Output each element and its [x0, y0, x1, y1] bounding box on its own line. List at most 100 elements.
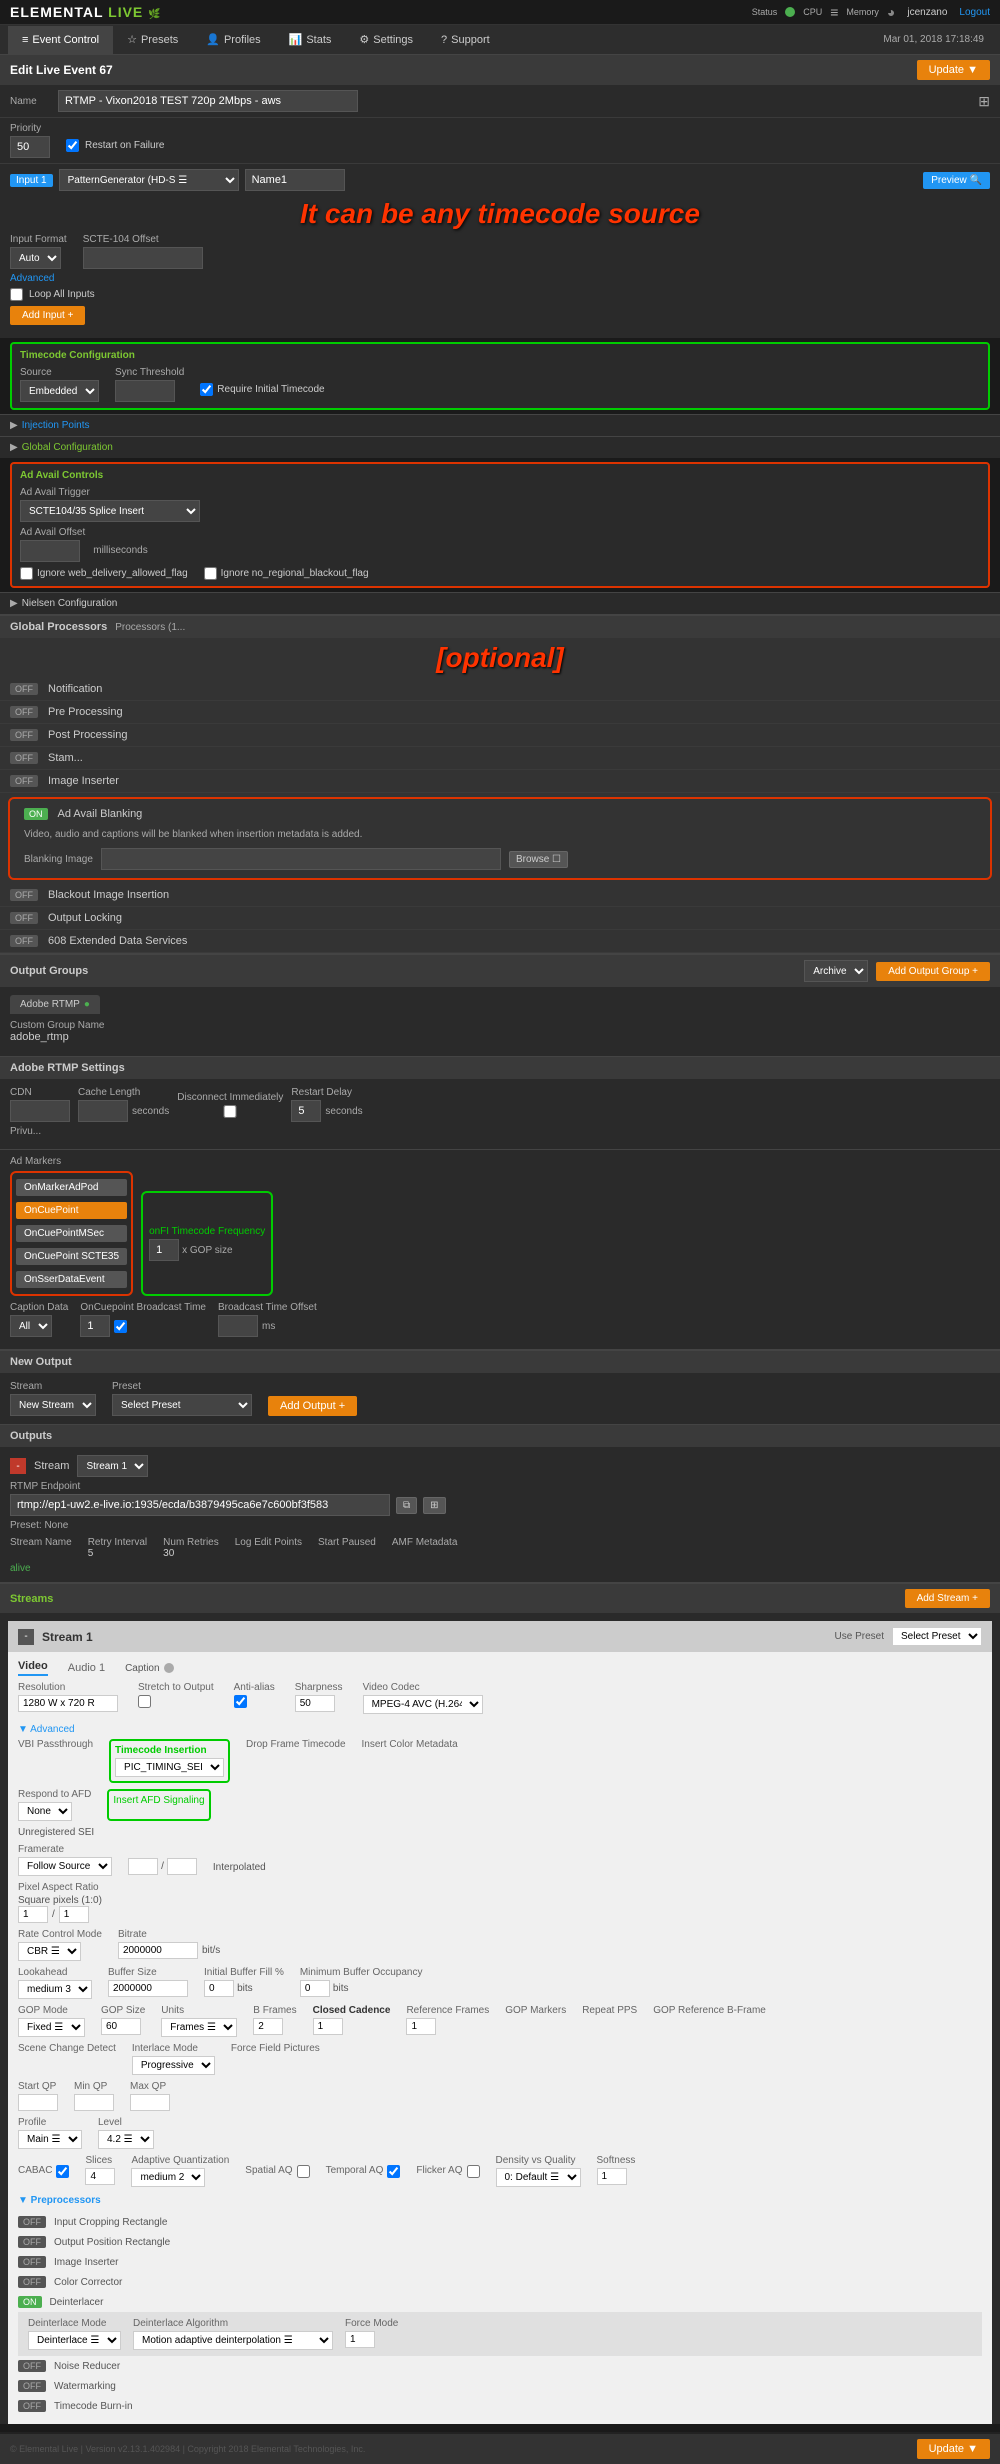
min-qp-input[interactable] [74, 2094, 114, 2111]
advanced-link[interactable]: Advanced [10, 273, 54, 284]
nav-event-control[interactable]: ≡ Event Control [8, 26, 113, 54]
footer-update-button[interactable]: Update ▼ [917, 2439, 990, 2459]
rate-control-select[interactable]: CBR ☰ [18, 1942, 81, 1961]
priority-input[interactable] [10, 136, 50, 158]
anti-alias-checkbox[interactable] [234, 1695, 247, 1708]
adobe-rtmp-tab[interactable]: Adobe RTMP ● [10, 995, 100, 1014]
video-tab[interactable]: Video [18, 1660, 48, 1676]
archive-select[interactable]: Archive [804, 960, 868, 982]
ad-marker-oncuepointscte35[interactable]: OnCuePoint SCTE35 [16, 1248, 127, 1265]
audio-tab[interactable]: Audio 1 [68, 1662, 105, 1674]
add-output-group-button[interactable]: Add Output Group + [876, 962, 990, 981]
oncuepoint-broadcast-input[interactable] [80, 1315, 110, 1337]
restart-checkbox[interactable] [66, 139, 79, 152]
ad-avail-offset-input[interactable] [20, 540, 80, 562]
logout-link[interactable]: Logout [959, 7, 990, 18]
temporal-aq-checkbox[interactable] [387, 2165, 400, 2178]
interlace-select[interactable]: Progressive [132, 2056, 215, 2075]
initial-buffer-input[interactable] [204, 1980, 234, 1997]
caption-data-select[interactable]: All [10, 1315, 52, 1337]
oncuepoint-broadcast-checkbox[interactable] [114, 1320, 127, 1333]
nav-settings[interactable]: ⚙ Settings [345, 25, 427, 54]
copy-rtmp-button[interactable]: ⧉ [396, 1497, 417, 1514]
sync-threshold-input[interactable] [115, 380, 175, 402]
deinterlace-algo-select[interactable]: Motion adaptive deinterpolation ☰ [133, 2331, 333, 2350]
gop-mode-select[interactable]: Fixed ☰ [18, 2018, 85, 2037]
rtmp-endpoint-input[interactable] [10, 1494, 390, 1516]
collapse-stream-button[interactable]: - [18, 1629, 34, 1645]
closed-cadence-input[interactable] [313, 2018, 343, 2035]
browse-button[interactable]: Browse ☐ [509, 851, 568, 868]
level-select[interactable]: 4.2 ☰ [98, 2130, 154, 2149]
noise-reducer-toggle[interactable]: OFF [18, 2360, 46, 2372]
timecode-source-select[interactable]: Embedded [20, 380, 99, 402]
stream-select[interactable]: Stream 1 [77, 1455, 148, 1477]
b-frames-input[interactable] [253, 2018, 283, 2035]
add-stream-button[interactable]: Add Stream + [905, 1589, 990, 1608]
external-rtmp-button[interactable]: ⊞ [423, 1497, 445, 1514]
deinterlacer-toggle[interactable]: ON [18, 2296, 42, 2308]
ar1-input[interactable] [18, 1906, 48, 1923]
name-input[interactable] [58, 90, 358, 112]
post-processing-toggle[interactable]: OFF [10, 729, 38, 741]
watermarking-toggle[interactable]: OFF [18, 2380, 46, 2392]
adaptive-q-select[interactable]: medium 2 [131, 2168, 205, 2187]
remove-stream-button[interactable]: - [10, 1458, 26, 1474]
image-inserter-toggle[interactable]: OFF [10, 775, 38, 787]
new-output-preset-select[interactable]: Select Preset [112, 1394, 252, 1416]
ad-marker-oncuepoint[interactable]: OnCuePoint [16, 1202, 127, 1219]
oncuepoint-freq-input[interactable] [149, 1239, 179, 1261]
ad-marker-oncuepointadpod[interactable]: OnMarkerAdPod [16, 1179, 127, 1196]
min-occ-input[interactable] [300, 1980, 330, 1997]
framerate-select[interactable]: Follow Source [18, 1857, 112, 1876]
require-initial-checkbox[interactable] [200, 383, 213, 396]
spatial-aq-checkbox[interactable] [297, 2165, 310, 2178]
density-q-select[interactable]: 0: Default ☰ [496, 2168, 581, 2187]
add-output-button[interactable]: Add Output + [268, 1396, 357, 1416]
preproc-image-inserter-toggle[interactable]: OFF [18, 2256, 46, 2268]
units-select[interactable]: Frames ☰ [161, 2018, 237, 2037]
update-button[interactable]: Update ▼ [917, 60, 990, 80]
start-qp-input[interactable] [18, 2094, 58, 2111]
scte-input[interactable] [83, 247, 203, 269]
output-locking-toggle[interactable]: OFF [10, 912, 38, 924]
timecode-insertion-select[interactable]: PIC_TIMING_SEI [115, 1758, 224, 1777]
timecode-burnin-toggle[interactable]: OFF [18, 2400, 46, 2412]
stretch-output-checkbox[interactable] [138, 1695, 151, 1708]
nav-profiles[interactable]: 👤 Profiles [192, 25, 274, 54]
respond-afd-select[interactable]: None [18, 1802, 72, 1821]
framerate-num-input[interactable] [128, 1858, 158, 1875]
restart-delay-input[interactable] [291, 1100, 321, 1122]
nav-support[interactable]: ? Support [427, 26, 504, 54]
blanking-image-input[interactable] [101, 848, 501, 870]
ad-avail-blanking-toggle[interactable]: ON [24, 808, 48, 820]
force-mode-input[interactable] [345, 2331, 375, 2348]
preprocessors-toggle[interactable]: ▼ Preprocessors [18, 2195, 982, 2206]
extended-data-toggle[interactable]: OFF [10, 935, 38, 947]
cabac-checkbox[interactable] [56, 2165, 69, 2178]
framerate-den-input[interactable] [167, 1858, 197, 1875]
input-name-input[interactable] [245, 169, 345, 191]
flicker-aq-checkbox[interactable] [467, 2165, 480, 2178]
stream1-preset-select[interactable]: Select Preset [892, 1627, 982, 1646]
video-codec-select[interactable]: MPEG-4 AVC (H.264) [363, 1695, 483, 1714]
max-qp-input[interactable] [130, 2094, 170, 2111]
ad-marker-oncuepointmsec[interactable]: OnCuePointMSec [16, 1225, 127, 1242]
nav-stats[interactable]: 📊 Stats [275, 25, 346, 54]
bitrate-input[interactable] [118, 1942, 198, 1959]
web-delivery-checkbox[interactable] [20, 567, 33, 580]
lookahead-select[interactable]: medium 3 [18, 1980, 92, 1999]
cache-length-input[interactable] [78, 1100, 128, 1122]
stam-toggle[interactable]: OFF [10, 752, 38, 764]
pre-processing-toggle[interactable]: OFF [10, 706, 38, 718]
sharpness-input[interactable] [295, 1695, 335, 1712]
color-corrector-toggle[interactable]: OFF [18, 2276, 46, 2288]
advanced-video-toggle[interactable]: ▼ Advanced [18, 1720, 982, 1739]
gop-size-input[interactable] [101, 2018, 141, 2035]
softness-input[interactable] [597, 2168, 627, 2185]
preview-button[interactable]: Preview 🔍 [923, 172, 990, 189]
slices-input[interactable] [85, 2168, 115, 2185]
regional-blackout-checkbox[interactable] [204, 567, 217, 580]
output-position-toggle[interactable]: OFF [18, 2236, 46, 2248]
disconnect-checkbox[interactable] [177, 1105, 283, 1118]
